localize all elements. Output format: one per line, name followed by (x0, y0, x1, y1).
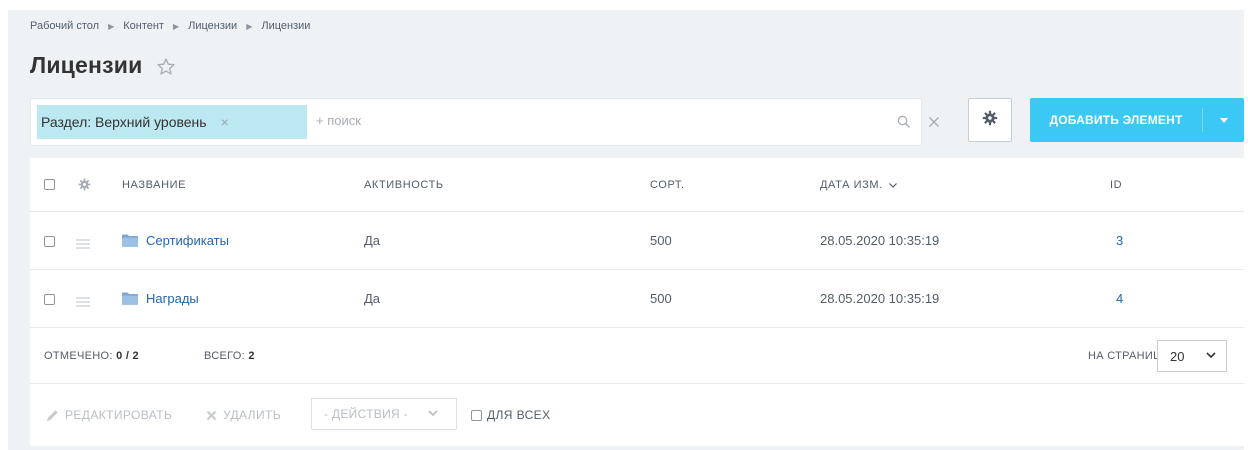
title-row: Лицензии (30, 52, 176, 79)
chevron-down-icon (1219, 117, 1228, 123)
pencil-icon (47, 409, 58, 421)
column-header-date-label: ДАТА ИЗМ. (820, 179, 883, 191)
grid-actions-panel: РЕДАКТИРОВАТЬ УДАЛИТЬ - ДЕЙСТВИЯ - ДЛЯ В… (30, 384, 1244, 446)
column-header-name[interactable]: НАЗВАНИЕ (122, 179, 186, 191)
edit-button-label: РЕДАКТИРОВАТЬ (65, 408, 173, 422)
filter-bar: Раздел: Верхний уровень × (30, 98, 939, 146)
per-page-select[interactable]: 20 (1157, 340, 1227, 372)
total-count-value: 2 (248, 350, 255, 362)
row-active: Да (364, 233, 381, 248)
column-header-id[interactable]: ID (1110, 179, 1122, 191)
gear-icon (982, 110, 998, 131)
add-element-button[interactable]: ДОБАВИТЬ ЭЛЕМЕНТ (1030, 98, 1244, 142)
total-count: ВСЕГО: 2 (204, 350, 255, 362)
column-header-sort[interactable]: СОРТ. (650, 179, 685, 191)
settings-button[interactable] (968, 98, 1012, 142)
row-checkbox[interactable] (44, 294, 55, 305)
table-row[interactable]: Награды Да 500 28.05.2020 10:35:19 4 (30, 270, 1244, 328)
chevron-down-icon (1206, 352, 1216, 359)
breadcrumb-item-content[interactable]: Контент (123, 20, 164, 32)
breadcrumb: Рабочий стол ▶ Контент ▶ Лицензии ▶ Лице… (30, 20, 310, 32)
row-sort: 500 (650, 233, 672, 248)
select-all-checkbox[interactable] (44, 179, 55, 190)
breadcrumb-separator-icon: ▶ (172, 21, 180, 31)
breadcrumb-separator-icon: ▶ (246, 21, 253, 31)
grid-footer-stats: ОТМЕЧЕНО: 0 / 2 ВСЕГО: 2 НА СТРАНИЦЕ: 20 (30, 328, 1244, 384)
folder-icon (122, 292, 138, 310)
selected-count: ОТМЕЧЕНО: 0 / 2 (44, 350, 139, 362)
total-count-label: ВСЕГО: (204, 350, 246, 362)
table-row[interactable]: Сертификаты Да 500 28.05.2020 10:35:19 3 (30, 212, 1244, 270)
folder-icon (122, 234, 138, 252)
page-title: Лицензии (30, 52, 143, 78)
row-date: 28.05.2020 10:35:19 (820, 291, 940, 306)
star-icon[interactable] (156, 57, 176, 77)
breadcrumb-item-licenses[interactable]: Лицензии (188, 20, 237, 32)
row-name-link[interactable]: Сертификаты (146, 233, 229, 248)
filter-tag-label: Раздел: Верхний уровень (41, 114, 207, 130)
breadcrumb-item-desktop[interactable]: Рабочий стол (30, 20, 99, 32)
per-page-value: 20 (1170, 348, 1185, 364)
edit-button[interactable]: РЕДАКТИРОВАТЬ (46, 408, 172, 422)
page: Рабочий стол ▶ Контент ▶ Лицензии ▶ Лице… (0, 0, 1248, 450)
grid-header: НАЗВАНИЕ АКТИВНОСТЬ СОРТ. ДАТА ИЗМ. ID (30, 158, 1244, 212)
row-date: 28.05.2020 10:35:19 (820, 233, 940, 248)
for-all-checkbox[interactable] (471, 409, 482, 421)
actions-select[interactable]: - ДЕЙСТВИЯ - (311, 398, 457, 430)
chevron-down-icon (888, 182, 897, 188)
data-grid: НАЗВАНИЕ АКТИВНОСТЬ СОРТ. ДАТА ИЗМ. ID С… (30, 158, 1244, 446)
breadcrumb-item-current[interactable]: Лицензии (261, 20, 310, 32)
row-checkbox[interactable] (44, 236, 55, 247)
selected-count-label: ОТМЕЧЕНО: (44, 350, 113, 362)
cross-icon (206, 410, 217, 420)
breadcrumb-separator-icon: ▶ (108, 21, 115, 31)
drag-handle-icon[interactable] (76, 294, 90, 312)
row-id-link[interactable]: 3 (1116, 233, 1123, 248)
row-active: Да (364, 291, 381, 306)
for-all-label: ДЛЯ ВСЕХ (487, 408, 551, 422)
close-icon[interactable]: × (221, 114, 229, 130)
filter-tag-section[interactable]: Раздел: Верхний уровень × (37, 105, 307, 139)
row-id-link[interactable]: 4 (1116, 291, 1123, 306)
selected-count-value: 0 / 2 (116, 350, 139, 362)
actions-select-value: - ДЕЙСТВИЯ - (324, 407, 408, 421)
column-header-date[interactable]: ДАТА ИЗМ. (820, 179, 897, 191)
gear-icon[interactable] (78, 178, 91, 196)
row-sort: 500 (650, 291, 672, 306)
column-header-active[interactable]: АКТИВНОСТЬ (364, 179, 444, 191)
add-element-menu-toggle[interactable] (1203, 117, 1244, 123)
drag-handle-icon[interactable] (76, 236, 90, 254)
delete-button[interactable]: УДАЛИТЬ (206, 408, 281, 422)
clear-icon[interactable] (928, 115, 940, 133)
search-icon[interactable] (897, 115, 911, 134)
row-name-link[interactable]: Награды (146, 291, 199, 306)
search-input[interactable] (314, 112, 818, 129)
delete-button-label: УДАЛИТЬ (223, 408, 281, 422)
add-element-label: ДОБАВИТЬ ЭЛЕМЕНТ (1049, 113, 1183, 127)
for-all-toggle[interactable]: ДЛЯ ВСЕХ (471, 408, 550, 422)
chevron-down-icon (428, 410, 438, 417)
